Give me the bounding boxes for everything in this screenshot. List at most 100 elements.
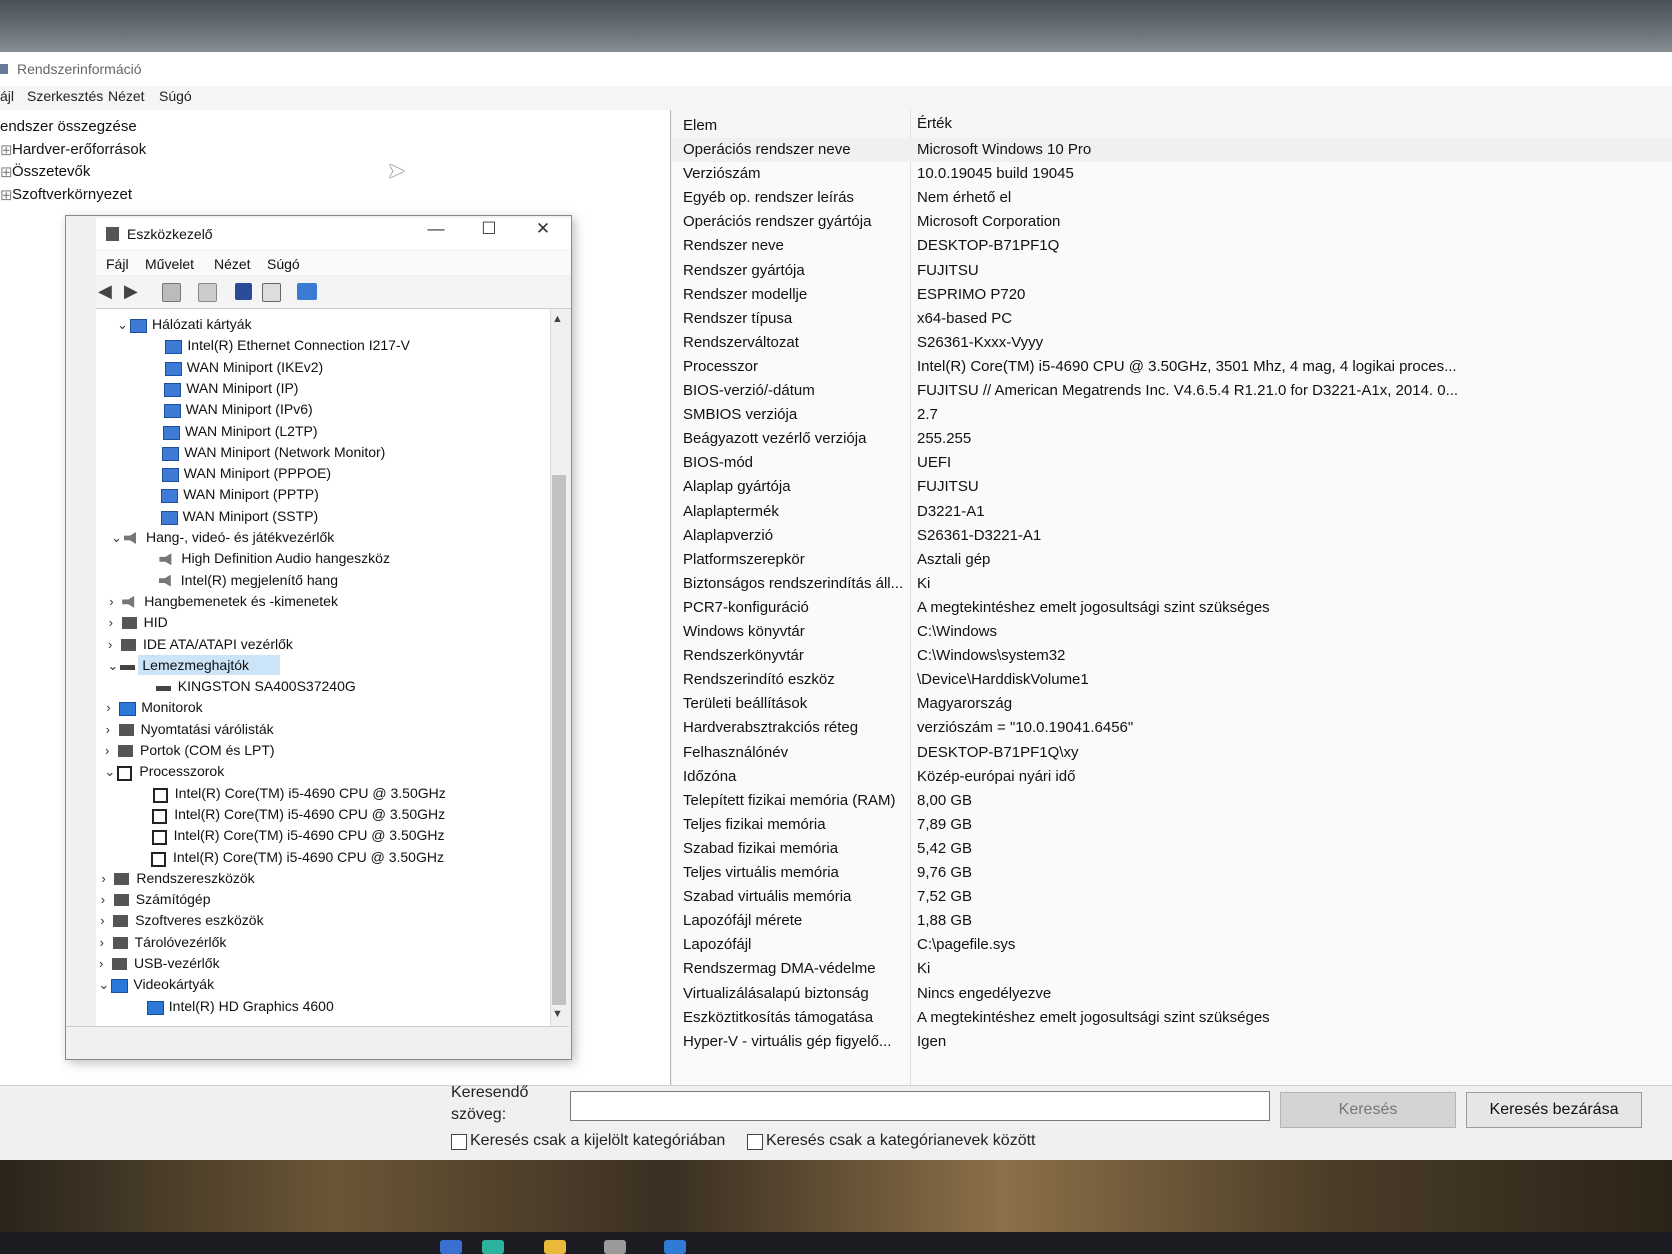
tree-expand-icon[interactable]: ⊞ bbox=[0, 163, 13, 181]
detail-row-value[interactable]: FUJITSU bbox=[917, 478, 979, 495]
detail-row-name[interactable]: Felhasználónév bbox=[683, 744, 788, 761]
detail-row-name[interactable]: Telepített fizikai memória (RAM) bbox=[683, 792, 896, 809]
expand-chevron-icon[interactable]: › bbox=[101, 892, 105, 907]
detail-row-name[interactable]: Alaplaptermék bbox=[683, 503, 779, 520]
system-info-titlebar[interactable] bbox=[0, 52, 1672, 88]
detail-row-value[interactable]: Közép-európai nyári idő bbox=[917, 768, 1075, 785]
detail-row-value[interactable]: Microsoft Corporation bbox=[917, 213, 1060, 230]
detail-row-name[interactable]: Szabad virtuális memória bbox=[683, 888, 851, 905]
device-item[interactable]: Intel(R) HD Graphics 4600 bbox=[169, 998, 334, 1014]
detail-row-name[interactable]: Lapozófájl bbox=[683, 936, 751, 953]
detail-row-name[interactable]: Virtualizálásalapú biztonság bbox=[683, 985, 869, 1002]
device-category[interactable]: Portok (COM és LPT) bbox=[140, 742, 275, 758]
detail-row-value[interactable]: 255.255 bbox=[917, 430, 971, 447]
device-category[interactable]: Rendszereszközök bbox=[136, 870, 254, 886]
tree-item-system-summary[interactable]: endszer összegzése bbox=[0, 118, 137, 135]
search-selected-category-checkbox[interactable] bbox=[451, 1134, 467, 1150]
detail-row-name[interactable]: Alaplap gyártója bbox=[683, 478, 791, 495]
properties-icon[interactable] bbox=[162, 283, 181, 302]
expand-chevron-icon[interactable]: › bbox=[108, 637, 112, 652]
detail-row-name[interactable]: Processzor bbox=[683, 358, 758, 375]
detail-row-name[interactable]: Platformszerepkör bbox=[683, 551, 805, 568]
device-category[interactable]: HID bbox=[144, 614, 168, 630]
device-category[interactable]: Monitorok bbox=[141, 699, 202, 715]
detail-row-name[interactable]: Hyper-V - virtuális gép figyelő... bbox=[683, 1033, 891, 1050]
collapse-chevron-icon[interactable]: ⌄ bbox=[111, 530, 122, 546]
device-category[interactable]: Tárolóvezérlők bbox=[135, 934, 227, 950]
device-category[interactable]: Processzorok bbox=[139, 763, 224, 779]
device-category[interactable]: Hang-, videó- és játékvezérlők bbox=[146, 529, 334, 545]
detail-row-value[interactable]: Microsoft Windows 10 Pro bbox=[917, 141, 1091, 158]
device-item[interactable]: WAN Miniport (PPTP) bbox=[183, 486, 319, 502]
detail-row-value[interactable]: S26361-D3221-A1 bbox=[917, 527, 1041, 544]
search-input[interactable] bbox=[570, 1091, 1270, 1121]
expand-chevron-icon[interactable]: › bbox=[106, 700, 110, 715]
detail-row-name[interactable]: Lapozófájl mérete bbox=[683, 912, 802, 929]
detail-row-value[interactable]: Ki bbox=[917, 960, 930, 977]
device-item[interactable]: Intel(R) Core(TM) i5-4690 CPU @ 3.50GHz bbox=[174, 806, 445, 822]
detail-row-name[interactable]: Szabad fizikai memória bbox=[683, 840, 838, 857]
device-category[interactable]: Hangbemenetek és -kimenetek bbox=[144, 593, 338, 609]
expand-chevron-icon[interactable]: › bbox=[100, 913, 104, 928]
detail-row-value[interactable]: 10.0.19045 build 19045 bbox=[917, 165, 1074, 182]
detail-row-name[interactable]: Rendszer típusa bbox=[683, 310, 792, 327]
device-category[interactable]: Videokártyák bbox=[133, 976, 214, 992]
detail-row-name[interactable]: Teljes virtuális memória bbox=[683, 864, 839, 881]
detail-row-value[interactable]: verziószám = "10.0.19041.6456" bbox=[917, 719, 1133, 736]
detail-row-value[interactable]: FUJITSU bbox=[917, 262, 979, 279]
detail-row-name[interactable]: Időzóna bbox=[683, 768, 736, 785]
detail-row-value[interactable]: Nincs engedélyezve bbox=[917, 985, 1051, 1002]
detail-row-value[interactable]: 7,52 GB bbox=[917, 888, 972, 905]
device-category[interactable]: USB-vezérlők bbox=[134, 955, 220, 971]
detail-row-value[interactable]: x64-based PC bbox=[917, 310, 1012, 327]
detail-row-name[interactable]: PCR7-konfiguráció bbox=[683, 599, 809, 616]
device-item[interactable]: Intel(R) Core(TM) i5-4690 CPU @ 3.50GHz bbox=[175, 785, 446, 801]
dm-menu-help[interactable]: Súgó bbox=[267, 256, 300, 272]
dm-menu-file[interactable]: Fájl bbox=[106, 256, 129, 272]
device-item[interactable]: Intel(R) Core(TM) i5-4690 CPU @ 3.50GHz bbox=[173, 849, 444, 865]
detail-row-name[interactable]: Rendszerváltozat bbox=[683, 334, 799, 351]
maximize-button[interactable]: ☐ bbox=[475, 219, 503, 239]
back-arrow-icon[interactable]: ◀ bbox=[98, 281, 112, 302]
detail-row-name[interactable]: Rendszerindító eszköz bbox=[683, 671, 835, 688]
device-category[interactable]: Szoftveres eszközök bbox=[135, 912, 263, 928]
help-icon[interactable] bbox=[235, 283, 252, 300]
detail-row-name[interactable]: BIOS-mód bbox=[683, 454, 753, 471]
taskbar-app-icon[interactable] bbox=[664, 1240, 686, 1254]
detail-row-name[interactable]: Egyéb op. rendszer leírás bbox=[683, 189, 854, 206]
expand-chevron-icon[interactable]: › bbox=[109, 615, 113, 630]
taskbar-app-icon[interactable] bbox=[440, 1240, 462, 1254]
detail-row-value[interactable]: 2.7 bbox=[917, 406, 938, 423]
detail-row-name[interactable]: SMBIOS verziója bbox=[683, 406, 797, 423]
device-category[interactable]: Nyomtatási várólisták bbox=[141, 721, 274, 737]
expand-chevron-icon[interactable]: › bbox=[100, 935, 104, 950]
detail-row-name[interactable]: Rendszermag DMA-védelme bbox=[683, 960, 876, 977]
detail-row-value[interactable]: Igen bbox=[917, 1033, 946, 1050]
scroll-down-arrow-icon[interactable]: ▼ bbox=[552, 1008, 563, 1020]
device-item[interactable]: High Definition Audio hangeszköz bbox=[181, 550, 390, 566]
detail-row-value[interactable]: 5,42 GB bbox=[917, 840, 972, 857]
dm-menu-action[interactable]: Művelet bbox=[145, 256, 194, 272]
search-category-names-checkbox[interactable] bbox=[747, 1134, 763, 1150]
detail-row-name[interactable]: Teljes fizikai memória bbox=[683, 816, 826, 833]
device-item[interactable]: Intel(R) megjelenítő hang bbox=[181, 572, 338, 588]
detail-row-value[interactable]: Intel(R) Core(TM) i5-4690 CPU @ 3.50GHz,… bbox=[917, 358, 1457, 375]
detail-row-value[interactable]: C:\Windows\system32 bbox=[917, 647, 1065, 664]
column-separator[interactable] bbox=[910, 110, 911, 1085]
device-item[interactable]: WAN Miniport (L2TP) bbox=[185, 423, 318, 439]
device-item[interactable]: WAN Miniport (IP) bbox=[186, 380, 298, 396]
forward-arrow-icon[interactable]: ▶ bbox=[124, 281, 138, 302]
tree-expand-icon[interactable]: ⊞ bbox=[0, 186, 13, 204]
detail-row-value[interactable]: ESPRIMO P720 bbox=[917, 286, 1025, 303]
column-header-value[interactable]: Érték bbox=[917, 115, 952, 132]
scan-hardware-icon[interactable] bbox=[262, 283, 281, 302]
detail-row-value[interactable]: 1,88 GB bbox=[917, 912, 972, 929]
menu-view[interactable]: Nézet bbox=[108, 88, 145, 104]
detail-row-value[interactable]: 9,76 GB bbox=[917, 864, 972, 881]
device-item[interactable]: Intel(R) Ethernet Connection I217-V bbox=[187, 337, 410, 353]
detail-row-name[interactable]: Beágyazott vezérlő verziója bbox=[683, 430, 866, 447]
detail-row-value[interactable]: DESKTOP-B71PF1Q bbox=[917, 237, 1059, 254]
expand-chevron-icon[interactable]: › bbox=[99, 956, 103, 971]
detail-row-value[interactable]: UEFI bbox=[917, 454, 951, 471]
menu-help[interactable]: Súgó bbox=[159, 88, 192, 104]
